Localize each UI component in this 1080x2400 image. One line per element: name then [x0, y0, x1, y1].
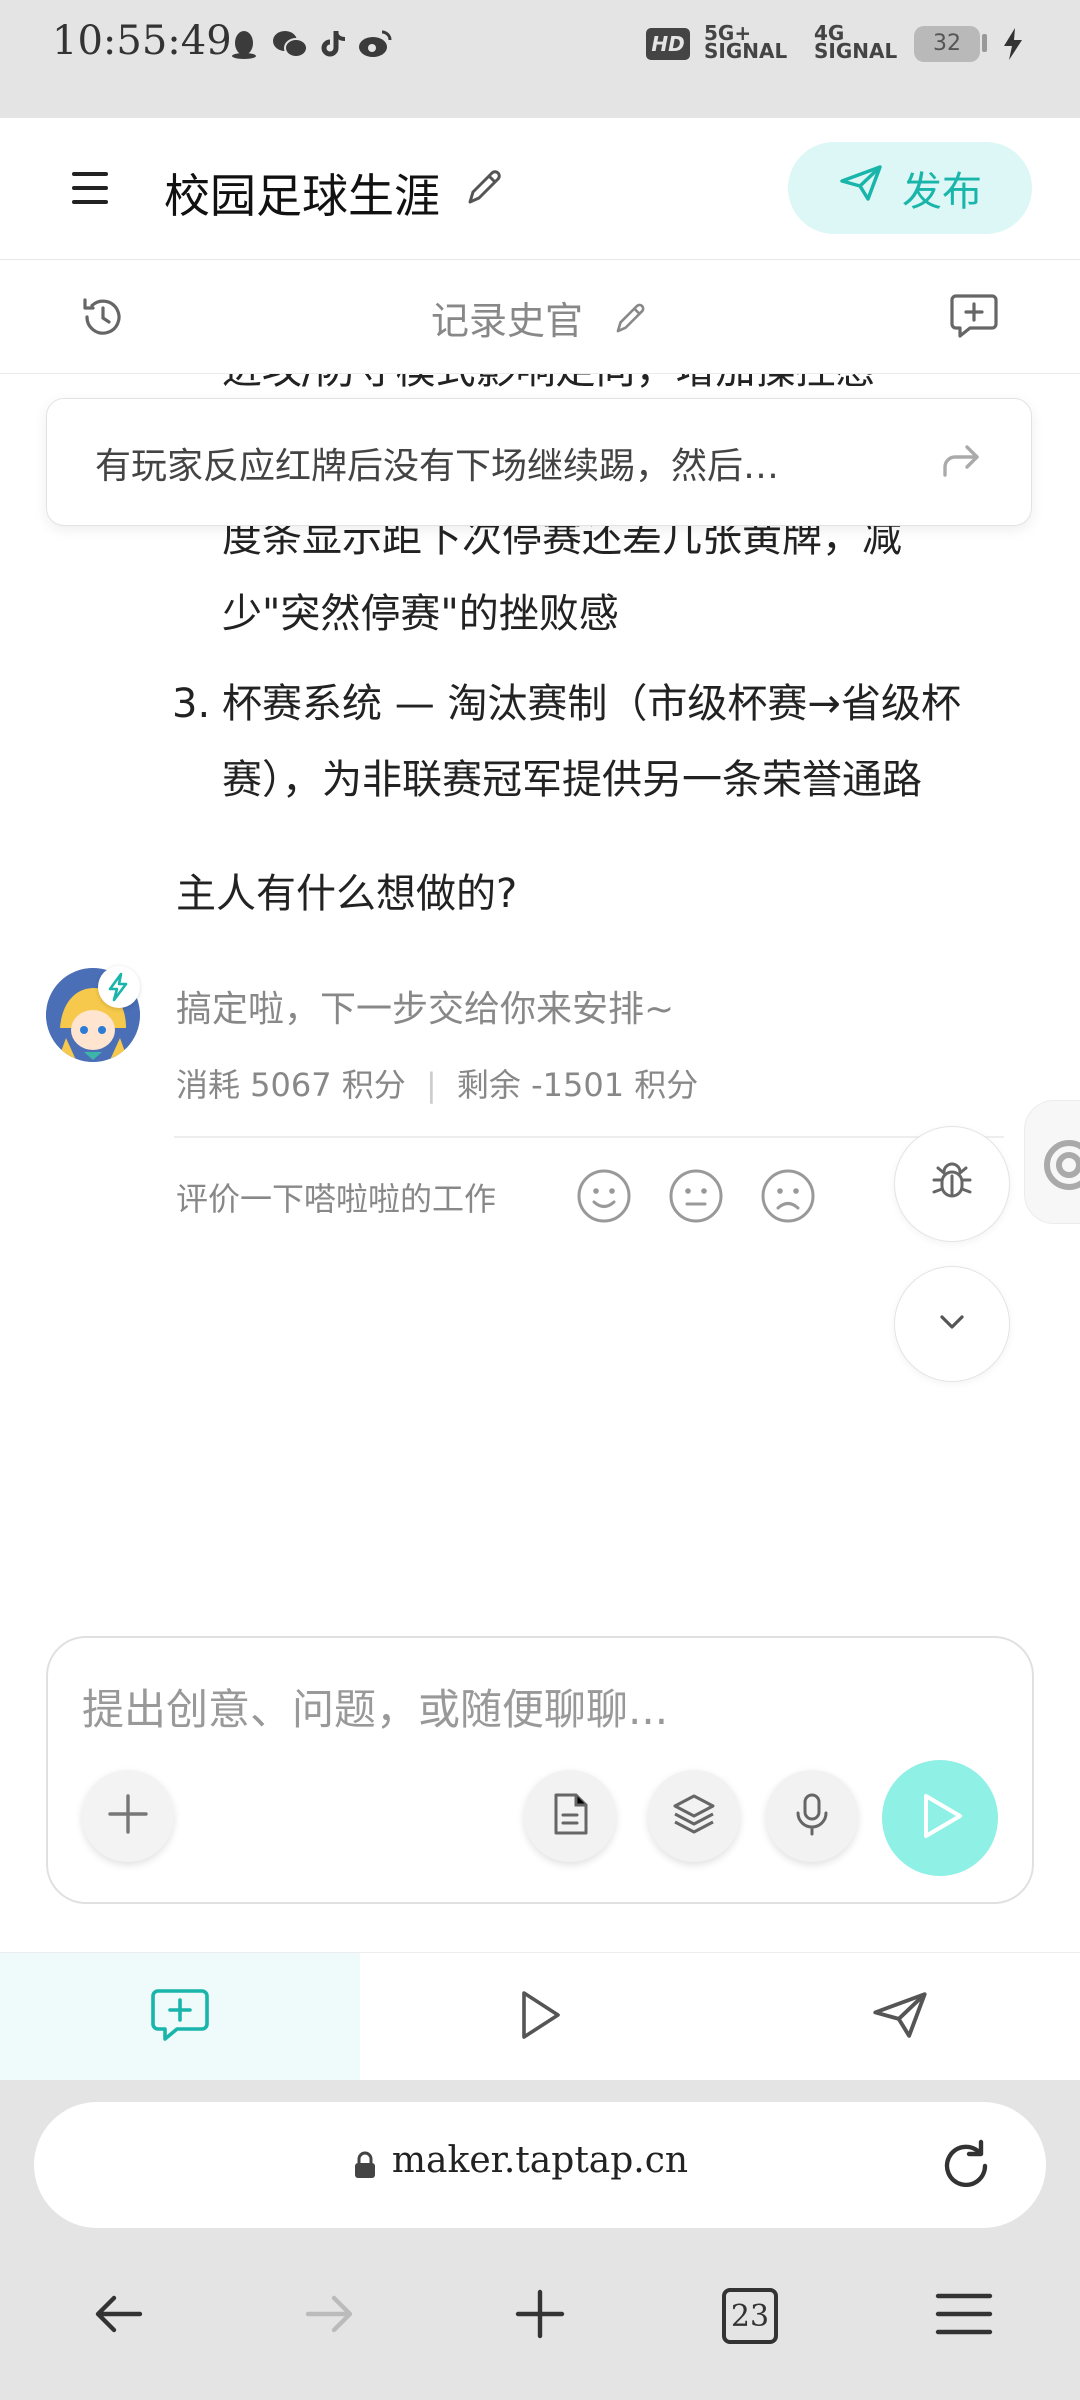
edit-subtitle-icon[interactable]	[611, 300, 649, 347]
chat-input-box: 提出创意、问题，或随便聊聊...	[46, 1636, 1034, 1904]
new-tab-button[interactable]	[500, 2276, 580, 2356]
swirl-icon	[1041, 1137, 1080, 1197]
project-title: 校园足球生涯	[164, 169, 440, 223]
tab-chat[interactable]	[0, 1953, 360, 2081]
arrow-right-icon	[302, 2290, 358, 2342]
reload-icon[interactable]	[936, 2136, 996, 2200]
hd-badge: HD	[646, 28, 690, 60]
rating-prompt: 评价一下嗒啦啦的工作	[176, 1180, 497, 1218]
message-line: 赛），为非联赛冠军提供另一条荣誉通路	[222, 757, 922, 803]
qq-icon	[228, 28, 260, 60]
battery-indicator: 32	[914, 26, 980, 62]
address-bar[interactable]: maker.taptap.cn	[34, 2102, 1046, 2228]
layers-button[interactable]	[648, 1770, 740, 1862]
credits-remaining: 剩余 -1501 积分	[456, 1066, 699, 1104]
message-line: 杯赛系统 — 淘汰赛制（市级杯赛→省级杯	[222, 681, 961, 727]
charging-icon	[1000, 26, 1026, 66]
sub-header: 记录史官	[0, 260, 1080, 374]
browser-menu-button[interactable]	[924, 2276, 1004, 2356]
list-item-number: 3.	[172, 681, 211, 727]
layers-icon	[671, 1791, 717, 1841]
send-icon	[870, 1989, 930, 2045]
network-4g: 4G SIGNAL	[814, 23, 904, 63]
tabs-button[interactable]: 23	[710, 2276, 790, 2356]
document-button[interactable]	[524, 1770, 616, 1862]
send-icon	[838, 163, 884, 213]
happy-face-icon[interactable]	[576, 1168, 632, 1228]
weibo-icon	[358, 28, 392, 60]
plus-icon	[512, 2286, 568, 2346]
message-line: 少"突然停赛"的挫败感	[222, 591, 619, 637]
edit-title-icon[interactable]	[462, 166, 506, 214]
new-chat-icon[interactable]	[948, 290, 1000, 346]
play-icon	[514, 1987, 566, 2047]
voice-button[interactable]	[766, 1770, 858, 1862]
menu-icon[interactable]	[70, 168, 112, 212]
scroll-down-button[interactable]	[894, 1266, 1010, 1382]
add-attachment-button[interactable]	[82, 1770, 174, 1862]
divider	[174, 1136, 1004, 1138]
side-float-handle[interactable]	[1024, 1100, 1080, 1224]
status-time: 10:55:49	[52, 18, 232, 64]
sad-face-icon[interactable]	[760, 1168, 816, 1228]
chat-input[interactable]: 提出创意、问题，或随便聊聊...	[82, 1676, 668, 1737]
quoted-message-card[interactable]: 有玩家反应红牌后没有下场继续踢，然后…	[46, 398, 1032, 526]
app-header: 校园足球生涯 发布	[0, 118, 1080, 260]
play-send-icon	[912, 1788, 968, 1848]
tab-count: 23	[722, 2288, 778, 2344]
quoted-message-text: 有玩家反应红牌后没有下场继续踢，然后…	[95, 446, 780, 487]
network-5g-signal: SIGNAL	[704, 39, 788, 63]
arrow-left-icon	[90, 2290, 146, 2342]
network-4g-signal: SIGNAL	[814, 39, 898, 63]
credits-cost: 消耗 5067 积分	[176, 1066, 406, 1104]
send-button[interactable]	[882, 1760, 998, 1876]
wechat-icon	[272, 28, 308, 60]
debug-button[interactable]	[894, 1126, 1010, 1242]
document-icon	[550, 1791, 590, 1841]
chat-add-icon	[149, 1985, 211, 2049]
battery-tip	[982, 34, 987, 52]
chevron-down-icon	[934, 1310, 970, 1338]
assistant-question: 主人有什么想做的?	[176, 871, 518, 917]
microphone-icon	[792, 1791, 832, 1841]
bug-icon	[928, 1158, 976, 1210]
neutral-face-icon[interactable]	[668, 1168, 724, 1228]
publish-button[interactable]: 发布	[788, 142, 1032, 234]
publish-label: 发布	[902, 169, 982, 215]
subheader-title: 记录史官	[430, 299, 583, 343]
status-message: 搞定啦，下一步交给你来安排~	[176, 989, 675, 1030]
url-text: maker.taptap.cn	[391, 2140, 689, 2181]
tab-publish[interactable]	[720, 1953, 1080, 2081]
credits-separator: |	[425, 1066, 437, 1104]
tab-play[interactable]	[360, 1953, 720, 2081]
tiktok-icon	[318, 28, 350, 60]
back-button[interactable]	[78, 2276, 158, 2356]
chat-area[interactable]: 进攻/防守模式影响走向，增加操控感 度条显示距下次停赛还差几张黄牌，减 少"突然…	[0, 374, 1080, 1634]
forward-icon[interactable]	[937, 441, 983, 485]
subheader-title-group[interactable]: 记录史官	[0, 290, 1080, 347]
credits-info: 消耗 5067 积分 | 剩余 -1501 积分	[176, 1060, 698, 1106]
forward-button[interactable]	[290, 2276, 370, 2356]
network-5g: 5G+ SIGNAL	[704, 23, 794, 63]
plus-icon	[104, 1790, 152, 1842]
lightning-badge-icon	[98, 966, 140, 1008]
status-bar: 10:55:49 HD 5G+ SIGNAL 4G SIGNAL 32	[0, 0, 1080, 118]
bottom-tab-bar	[0, 1952, 1080, 2081]
hamburger-icon	[934, 2290, 994, 2342]
